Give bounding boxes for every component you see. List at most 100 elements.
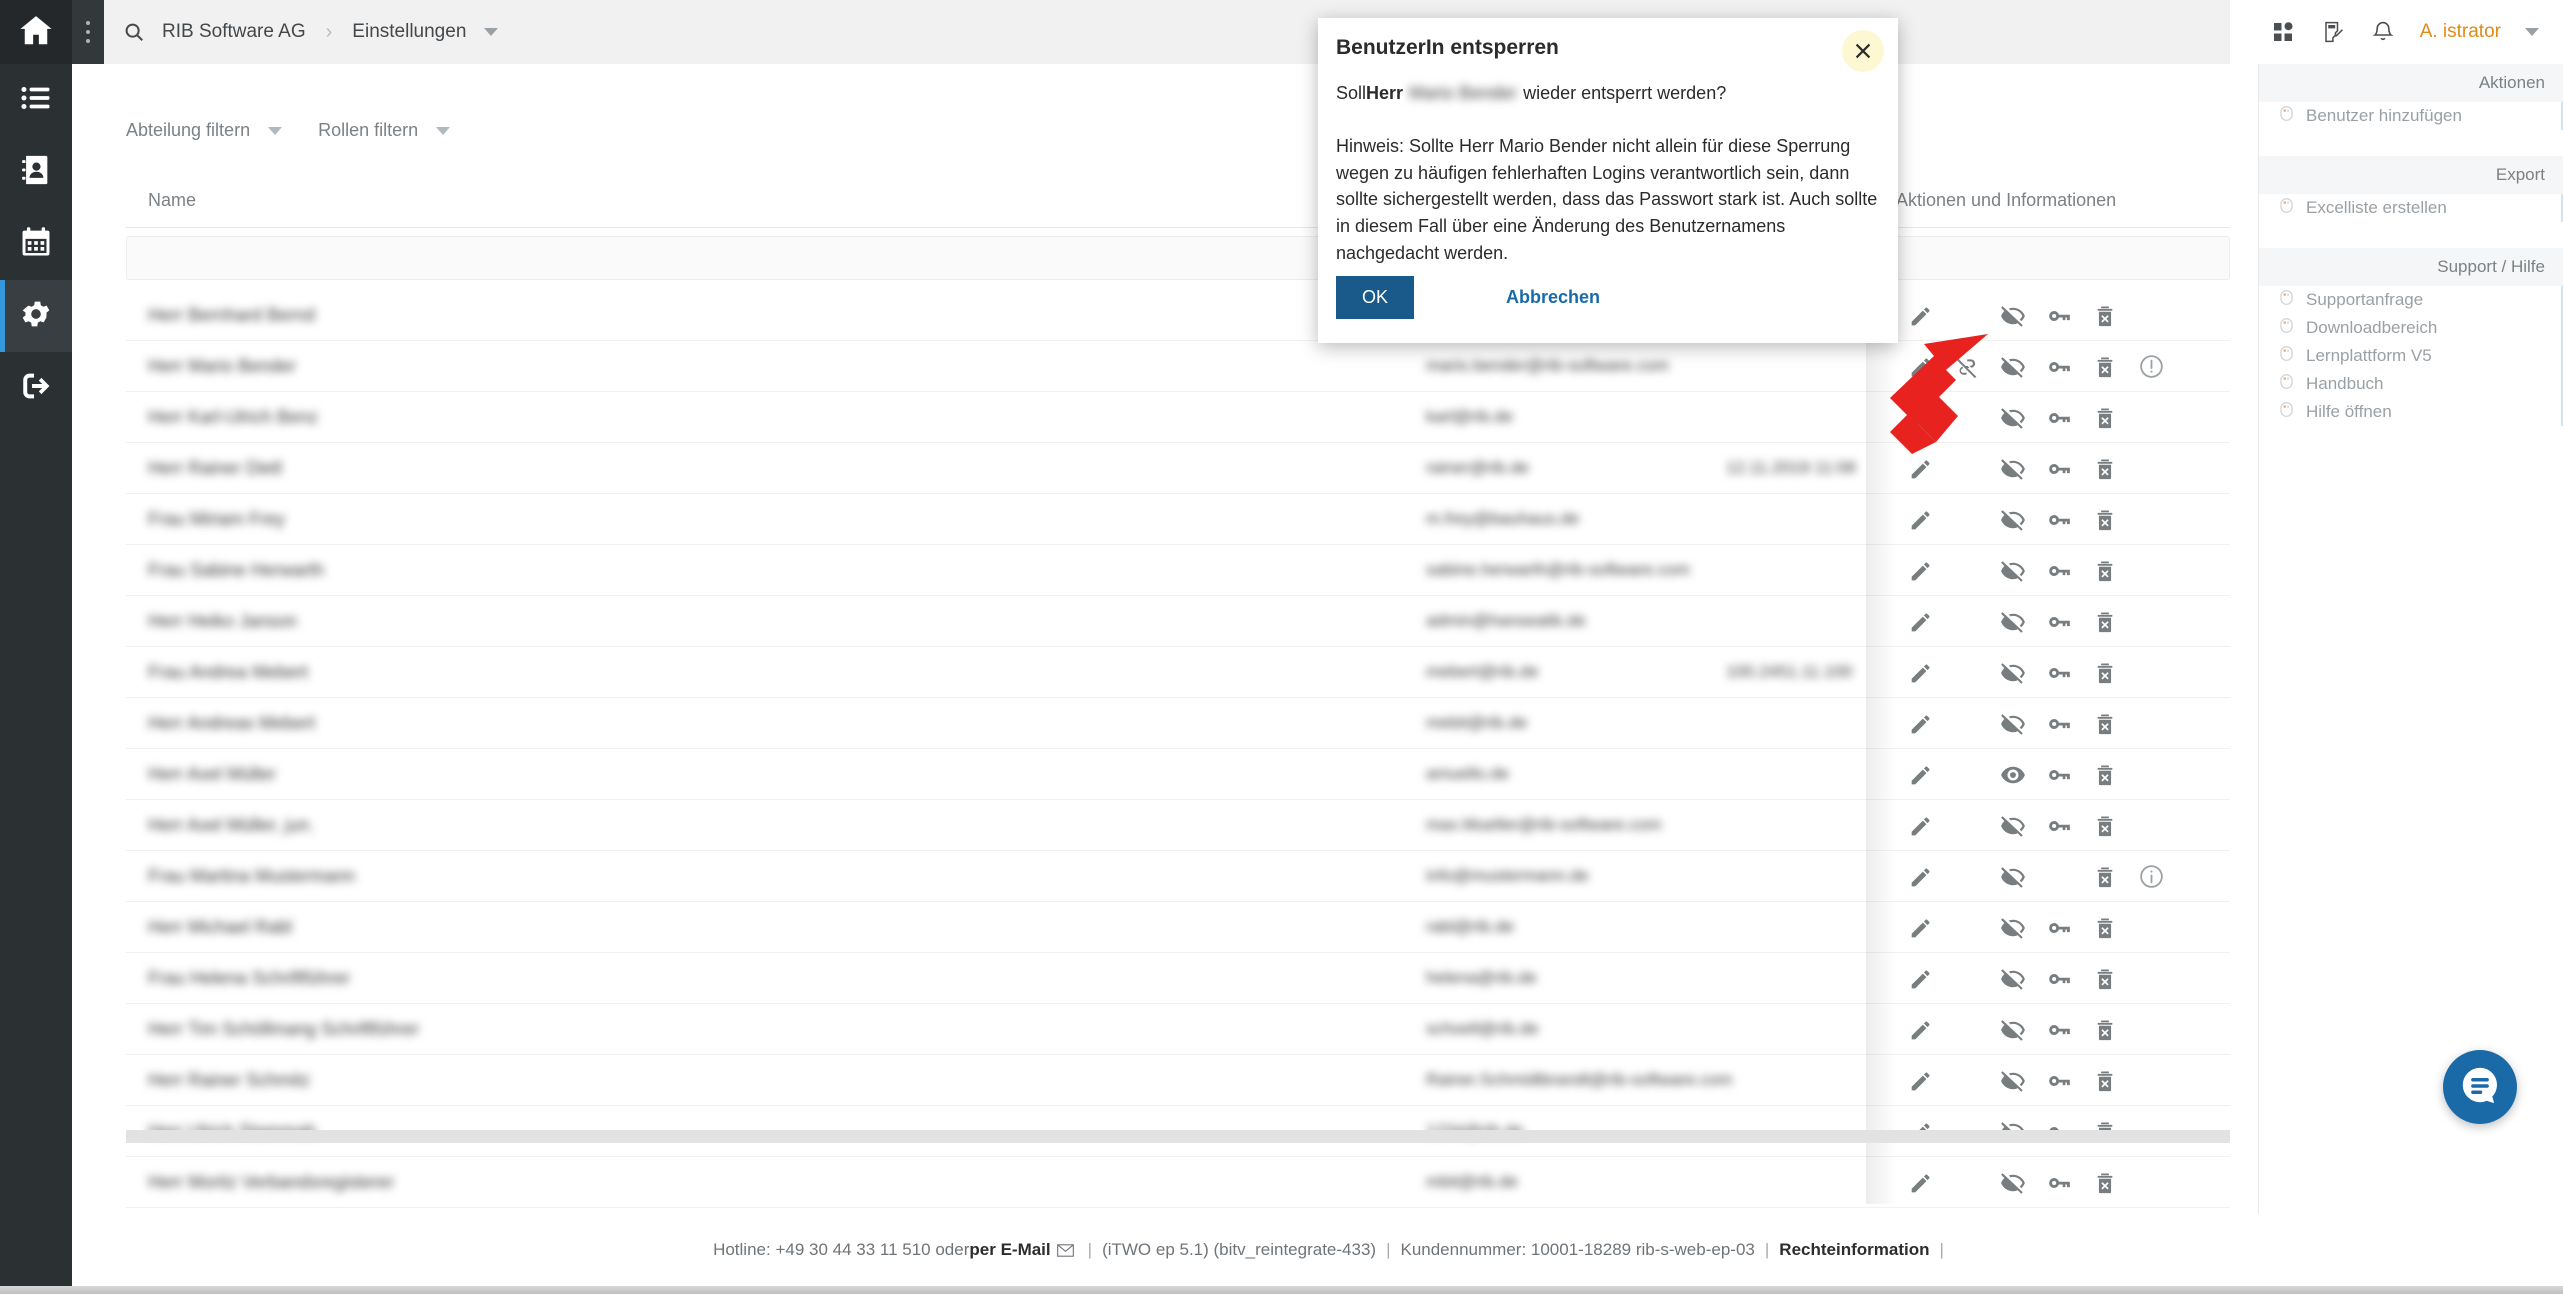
bell-icon[interactable]: [2370, 19, 2396, 45]
table-row[interactable]: Herr Mario Bender mario.bender@rib-softwa…: [126, 341, 2230, 392]
edit-icon[interactable]: [1898, 647, 1944, 698]
eye-off-icon[interactable]: [1990, 443, 2036, 494]
edit-icon[interactable]: [1898, 494, 1944, 545]
key-icon[interactable]: [2036, 545, 2082, 596]
trash-icon[interactable]: [2082, 494, 2128, 545]
table-row[interactable]: Frau Martina Mustermann info@mustermann.d…: [126, 851, 2230, 902]
key-icon[interactable]: [2036, 1055, 2082, 1106]
key-icon[interactable]: [2036, 392, 2082, 443]
key-icon[interactable]: [2036, 1004, 2082, 1055]
key-icon[interactable]: [2036, 290, 2082, 341]
edit-icon[interactable]: [1898, 290, 1944, 341]
edit-icon[interactable]: [1898, 341, 1944, 392]
panel-item-supportanfrage[interactable]: Supportanfrage: [2259, 286, 2561, 314]
table-row[interactable]: Frau Helena Schriftführer helena@rib.de: [126, 953, 2230, 1004]
close-icon[interactable]: [1842, 30, 1884, 72]
trash-icon[interactable]: [2082, 1004, 2128, 1055]
key-icon[interactable]: [2036, 443, 2082, 494]
trash-icon[interactable]: [2082, 290, 2128, 341]
eye-off-icon[interactable]: [1990, 1055, 2036, 1106]
footer-email-link[interactable]: per E-Mail: [969, 1240, 1050, 1260]
panel-item-downloadbereich[interactable]: Downloadbereich: [2259, 314, 2561, 342]
table-row[interactable]: Herr Axel Müller, jun. max.Mueller@rib-so…: [126, 800, 2230, 851]
edit-icon[interactable]: [1898, 749, 1944, 800]
sidebar-item-contacts[interactable]: [0, 136, 72, 208]
eye-off-icon[interactable]: [1990, 800, 2036, 851]
trash-icon[interactable]: [2082, 749, 2128, 800]
eye-off-icon[interactable]: [1990, 647, 2036, 698]
key-icon[interactable]: [2036, 494, 2082, 545]
eye-off-icon[interactable]: [1990, 341, 2036, 392]
key-icon[interactable]: [2036, 902, 2082, 953]
key-icon[interactable]: [2036, 1157, 2082, 1208]
table-row[interactable]: Herr Andreas Mebert mebit@rib.de: [126, 698, 2230, 749]
key-icon[interactable]: [2036, 800, 2082, 851]
panel-item-handbuch[interactable]: Handbuch: [2259, 370, 2561, 398]
table-row[interactable]: Frau Miriam Frey m.frey@bauhaus.de: [126, 494, 2230, 545]
info-icon[interactable]: [2128, 851, 2174, 902]
trash-icon[interactable]: [2082, 545, 2128, 596]
trash-icon[interactable]: [2082, 647, 2128, 698]
eye-off-icon[interactable]: [1990, 698, 2036, 749]
column-header-name[interactable]: Name: [148, 190, 196, 211]
eye-off-icon[interactable]: [1990, 902, 2036, 953]
notes-edit-icon[interactable]: [2320, 19, 2346, 45]
eye-off-icon[interactable]: [1990, 494, 2036, 545]
panel-item-lernplattform-v5[interactable]: Lernplattform V5: [2259, 342, 2561, 370]
eye-off-icon[interactable]: [1990, 596, 2036, 647]
apps-grid-icon[interactable]: [2270, 19, 2296, 45]
trash-icon[interactable]: [2082, 341, 2128, 392]
footer-legal-link[interactable]: Rechteinformation: [1779, 1240, 1929, 1260]
trash-icon[interactable]: [2082, 392, 2128, 443]
unlock-icon[interactable]: [1944, 341, 1990, 392]
trash-icon[interactable]: [2082, 1055, 2128, 1106]
trash-icon[interactable]: [2082, 596, 2128, 647]
table-row[interactable]: Herr Michael Rabl rabl@rib.de: [126, 902, 2230, 953]
table-row[interactable]: Herr Bernhard Bernd: [126, 290, 2230, 341]
table-filter-input[interactable]: [127, 237, 2229, 279]
edit-icon[interactable]: [1898, 1004, 1944, 1055]
eye-off-icon[interactable]: [1990, 953, 2036, 1004]
sidebar-item-home[interactable]: [0, 0, 72, 64]
eye-off-icon[interactable]: [1990, 545, 2036, 596]
trash-icon[interactable]: [2082, 902, 2128, 953]
department-filter-dropdown[interactable]: Abteilung filtern: [126, 120, 283, 141]
key-icon[interactable]: [2036, 749, 2082, 800]
cancel-button[interactable]: Abbrechen: [1506, 287, 1600, 308]
warning-icon[interactable]: [2128, 341, 2174, 392]
user-menu-label[interactable]: A. istrator: [2420, 21, 2501, 43]
panel-item-excelliste-erstellen[interactable]: Excelliste erstellen: [2259, 194, 2561, 222]
edit-icon[interactable]: [1898, 851, 1944, 902]
trash-icon[interactable]: [2082, 698, 2128, 749]
key-icon[interactable]: [2036, 953, 2082, 1004]
breadcrumb-current[interactable]: Einstellungen: [346, 21, 472, 43]
table-row[interactable]: Herr Rainer Schmitz Rainer.Schmidtbrandt@…: [126, 1055, 2230, 1106]
eye-off-icon[interactable]: [1990, 1004, 2036, 1055]
breadcrumb-root[interactable]: RIB Software AG: [156, 21, 312, 43]
sidebar-item-calendar[interactable]: [0, 208, 72, 280]
search-icon[interactable]: [112, 0, 156, 64]
trash-icon[interactable]: [2082, 800, 2128, 851]
eye-off-icon[interactable]: [1990, 290, 2036, 341]
trash-icon[interactable]: [2082, 953, 2128, 1004]
edit-icon[interactable]: [1898, 392, 1944, 443]
table-row[interactable]: Frau Sabine Herwarth sabine.herwarth@rib-…: [126, 545, 2230, 596]
table-row[interactable]: Herr Axel Müller amuello.de: [126, 749, 2230, 800]
table-row[interactable]: Herr Heiko Janson admin@hanseatik.de: [126, 596, 2230, 647]
key-icon[interactable]: [2036, 596, 2082, 647]
edit-icon[interactable]: [1898, 596, 1944, 647]
ok-button[interactable]: OK: [1336, 276, 1415, 319]
eye-off-icon[interactable]: [1990, 392, 2036, 443]
user-menu-chevron-down-icon[interactable]: [2525, 28, 2539, 36]
panel-item-benutzer-hinzuf-gen[interactable]: Benutzer hinzufügen: [2259, 102, 2561, 130]
table-row[interactable]: Herr Moritz Verbandsregisterer mbit@rib.d…: [126, 1157, 2230, 1208]
key-icon[interactable]: [2036, 341, 2082, 392]
key-icon[interactable]: [2036, 647, 2082, 698]
trash-icon[interactable]: [2082, 1157, 2128, 1208]
panel-item-hilfe-ffnen[interactable]: Hilfe öffnen: [2259, 398, 2561, 426]
edit-icon[interactable]: [1898, 443, 1944, 494]
table-row[interactable]: Herr Karl-Ulrich Benz karl@rib.de: [126, 392, 2230, 443]
trash-icon[interactable]: [2082, 443, 2128, 494]
chat-support-button[interactable]: [2443, 1050, 2517, 1124]
rail-more-menu[interactable]: [72, 0, 104, 64]
